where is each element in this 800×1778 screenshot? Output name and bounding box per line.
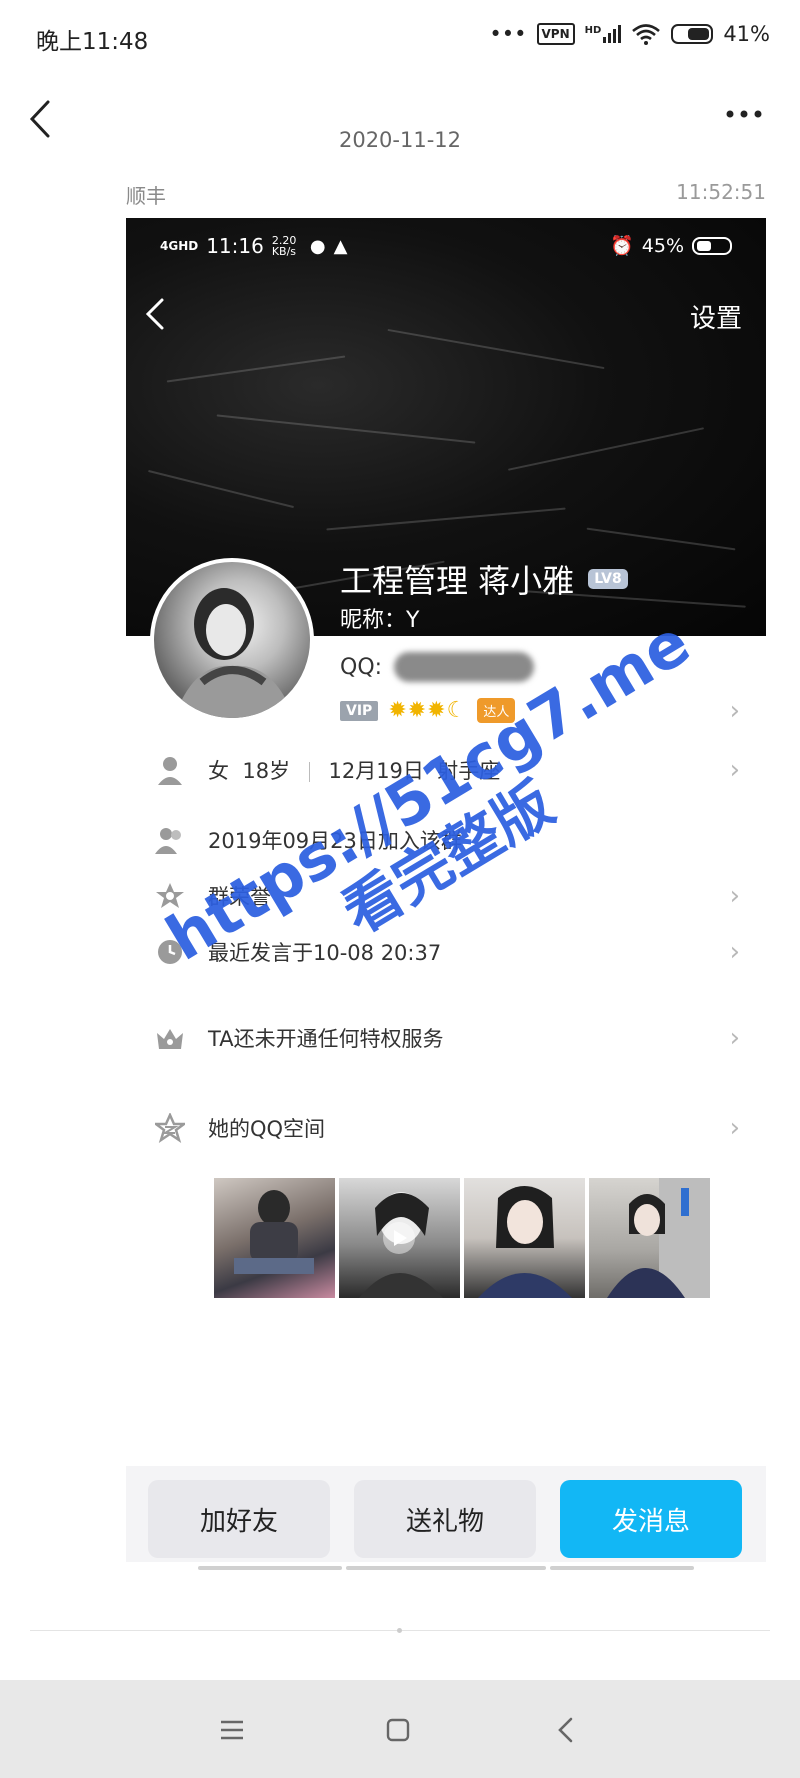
status-time: 晚上11:48 bbox=[36, 29, 149, 55]
info-row-honor: 群荣誉 › bbox=[126, 874, 766, 918]
divider bbox=[198, 1566, 342, 1570]
wifi-icon bbox=[632, 24, 661, 45]
qzone-photo bbox=[214, 1178, 335, 1298]
battery-icon bbox=[671, 24, 714, 44]
home-square-icon bbox=[386, 1718, 410, 1742]
chevron-right-icon: › bbox=[729, 696, 740, 726]
profile-name-text: 工程管理 蒋小雅 bbox=[340, 562, 575, 600]
send-gift-button: 送礼物 bbox=[354, 1480, 536, 1558]
chat-date: 2020-11-12 bbox=[338, 128, 462, 152]
profile-name: 工程管理 蒋小雅 LV8 bbox=[340, 556, 628, 602]
zodiac: 射手座 bbox=[437, 759, 501, 783]
page-indicator-dot bbox=[397, 1628, 402, 1633]
gender: 女 bbox=[208, 759, 229, 783]
chevron-right-icon: › bbox=[729, 881, 740, 911]
qq-number-row: QQ: bbox=[340, 652, 535, 682]
menu-icon bbox=[221, 1720, 243, 1740]
profile-nickname: 昵称：Y bbox=[340, 608, 420, 633]
qzone-star-icon bbox=[154, 1112, 186, 1144]
menu-button[interactable] bbox=[212, 1710, 252, 1750]
status-bar: 晚上11:48 ••• VPN HD 41% bbox=[0, 0, 800, 76]
info-row-basic: 女 18岁 12月19日 射手座 › bbox=[126, 748, 766, 792]
vip-row: VIP ✹✹✹☾ 达人 bbox=[340, 698, 516, 723]
last-speak-text: 最近发言于10-08 20:37 bbox=[208, 941, 442, 965]
embedded-status-right: ⏰ 45% bbox=[610, 234, 732, 257]
more-button[interactable] bbox=[724, 104, 764, 124]
qzone-photo-video bbox=[339, 1178, 460, 1298]
talent-badge: 达人 bbox=[477, 698, 516, 723]
battery-percent: 41% bbox=[723, 22, 770, 46]
chevron-right-icon: › bbox=[729, 1113, 740, 1143]
person-icon bbox=[154, 754, 186, 786]
birthday: 12月19日 bbox=[328, 759, 424, 783]
info-row-qzone: 她的QQ空间 › bbox=[126, 1106, 766, 1150]
embedded-battery-icon bbox=[692, 236, 732, 255]
qzone-photos bbox=[214, 1178, 710, 1298]
vip-badge: VIP bbox=[340, 700, 379, 721]
embedded-battery-percent: 45% bbox=[641, 234, 684, 257]
group-members-icon bbox=[154, 824, 186, 856]
net-label: 4GHD bbox=[160, 239, 199, 253]
crown-level-icon: ✹✹✹☾ bbox=[388, 698, 468, 723]
info-row-last-speak: 最近发言于10-08 20:37 › bbox=[126, 930, 766, 974]
chevron-right-icon: › bbox=[729, 937, 740, 967]
info-row-join-date: 2019年09月23日加入该群 bbox=[126, 818, 766, 862]
info-row-privilege: TA还未开通任何特权服务 › bbox=[126, 1016, 766, 1060]
vpn-icon: VPN bbox=[536, 23, 575, 45]
add-friend-button: 加好友 bbox=[148, 1480, 330, 1558]
chevron-left-icon bbox=[145, 298, 164, 330]
level-badge: LV8 bbox=[588, 569, 628, 589]
qzone-label: 她的QQ空间 bbox=[208, 1117, 326, 1141]
message-sender: 顺丰 bbox=[126, 184, 166, 208]
qq-penguin-icon: ▲ bbox=[333, 235, 348, 257]
home-button[interactable] bbox=[378, 1710, 418, 1750]
send-message-button: 发消息 bbox=[560, 1480, 742, 1558]
embedded-time: 11:16 bbox=[206, 234, 264, 258]
nav-back-button[interactable] bbox=[546, 1710, 586, 1750]
profile-action-bar: 加好友 送礼物 发消息 bbox=[126, 1466, 766, 1562]
qzone-photo bbox=[589, 1178, 710, 1298]
divider bbox=[346, 1566, 546, 1570]
avatar-photo bbox=[174, 588, 294, 718]
chevron-right-icon: › bbox=[729, 1023, 740, 1053]
avatar bbox=[150, 558, 314, 722]
crown-icon bbox=[154, 1022, 186, 1054]
embedded-back-button bbox=[142, 294, 172, 334]
clock-icon bbox=[154, 936, 186, 968]
message-time: 11:52:51 bbox=[676, 180, 766, 204]
chevron-left-icon bbox=[558, 1717, 573, 1743]
net-speed: 2.20 KB/s bbox=[271, 234, 297, 258]
age: 18岁 bbox=[242, 759, 291, 783]
qzone-photo bbox=[464, 1178, 585, 1298]
more-dots-icon: ••• bbox=[489, 22, 527, 46]
hd-label: HD bbox=[584, 25, 602, 36]
privilege-text: TA还未开通任何特权服务 bbox=[208, 1027, 444, 1051]
system-nav-bar bbox=[0, 1680, 800, 1778]
qq-number-redacted bbox=[394, 652, 535, 682]
embedded-settings-label: 设置 bbox=[689, 304, 742, 334]
honor-star-icon bbox=[154, 880, 186, 912]
wechat-icon: ● bbox=[309, 235, 326, 257]
signal-icon: HD bbox=[585, 25, 622, 43]
divider bbox=[550, 1566, 694, 1570]
chevron-right-icon: › bbox=[729, 755, 740, 785]
alarm-icon: ⏰ bbox=[610, 235, 634, 257]
status-icons: ••• VPN HD 41% bbox=[489, 22, 770, 46]
more-icon bbox=[726, 110, 762, 118]
join-date: 2019年09月23日加入该群 bbox=[208, 829, 462, 853]
embedded-status-left: 4GHD 11:16 2.20 KB/s ● ▲ bbox=[160, 234, 347, 258]
image-message[interactable]: 4GHD 11:16 2.20 KB/s ● ▲ ⏰ 45% 设置 工程管理 蒋… bbox=[126, 218, 766, 1570]
qq-label: QQ: bbox=[340, 654, 383, 680]
group-honor-label: 群荣誉 bbox=[208, 885, 271, 909]
